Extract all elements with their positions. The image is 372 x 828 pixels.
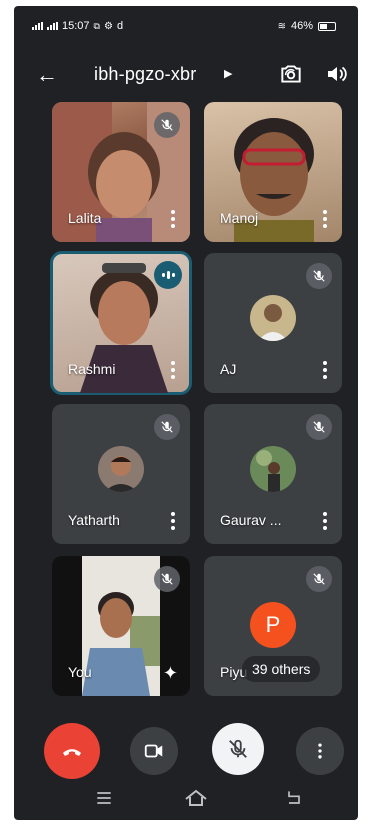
- more-options-icon[interactable]: [322, 361, 328, 379]
- avatar: [98, 446, 144, 492]
- system-nav-bar: [14, 778, 358, 820]
- participant-name: Rashmi: [68, 361, 116, 377]
- camera-toggle-button[interactable]: [130, 727, 178, 775]
- clock: 15:07: [62, 20, 90, 32]
- participant-name: Gaurav ...: [220, 512, 282, 528]
- cast-icon: ⧉: [93, 20, 100, 31]
- call-controls: [14, 721, 358, 779]
- participant-tile-manoj[interactable]: Manoj: [204, 102, 342, 242]
- mic-off-icon: [229, 739, 247, 758]
- participant-tile-you[interactable]: You ✦: [52, 556, 190, 696]
- meeting-header: ← ibh-pgzo-xbr ▶: [14, 54, 358, 94]
- participant-tile-others[interactable]: P Piyu 39 others: [204, 556, 342, 696]
- avatar-letter: P: [250, 602, 296, 648]
- meet-call-screen: 15:07 ⧉ ⚙ d ≋ 46% ← ibh-pgzo-xbr ▶ Lalit…: [14, 6, 358, 820]
- recent-apps-icon[interactable]: [94, 788, 114, 808]
- others-count-badge[interactable]: 39 others: [242, 656, 321, 682]
- mic-off-icon: [306, 566, 332, 592]
- mic-off-icon: [154, 566, 180, 592]
- participant-name: Manoj: [220, 210, 259, 226]
- avatar: [250, 295, 296, 341]
- mic-off-icon: [306, 263, 332, 289]
- phone-hangup-icon: [63, 749, 81, 756]
- d-icon: d: [116, 20, 124, 32]
- end-call-button[interactable]: [44, 723, 100, 779]
- participant-tile-lalita[interactable]: Lalita: [52, 102, 190, 242]
- more-vert-icon: [318, 743, 322, 759]
- participant-tile-rashmi[interactable]: Rashmi: [50, 251, 192, 395]
- switch-camera-icon[interactable]: [278, 61, 304, 87]
- mic-toggle-button[interactable]: [212, 723, 264, 775]
- video-camera-icon: [144, 744, 163, 758]
- mic-off-icon: [306, 414, 332, 440]
- signal-icon: [32, 22, 43, 30]
- signal-icon-2: [47, 22, 58, 30]
- more-options-icon[interactable]: [322, 210, 328, 228]
- meeting-code[interactable]: ibh-pgzo-xbr: [94, 64, 196, 85]
- wifi-icon: ≋: [277, 20, 286, 32]
- back-nav-icon[interactable]: [284, 788, 304, 808]
- vpn-icon: ⚙: [103, 20, 113, 32]
- status-bar: 15:07 ⧉ ⚙ d ≋ 46%: [14, 6, 358, 46]
- participant-tile-yatharth[interactable]: Yatharth: [52, 404, 190, 544]
- mic-off-icon: [154, 414, 180, 440]
- speaking-indicator-icon: [154, 261, 182, 289]
- more-options-icon[interactable]: [322, 512, 328, 530]
- participant-name: You: [68, 664, 92, 680]
- chevron-right-icon[interactable]: ▶: [224, 67, 232, 80]
- participant-tile-aj[interactable]: AJ: [204, 253, 342, 393]
- participant-name: AJ: [220, 361, 237, 377]
- effects-sparkle-icon[interactable]: ✦: [163, 663, 178, 684]
- back-arrow-icon[interactable]: ←: [36, 62, 58, 88]
- home-icon[interactable]: [184, 787, 208, 809]
- participant-name: Yatharth: [68, 512, 120, 528]
- speaker-icon[interactable]: [324, 62, 348, 86]
- mic-off-icon: [154, 112, 180, 138]
- more-options-button[interactable]: [296, 727, 344, 775]
- battery-icon: [318, 21, 336, 31]
- battery-level: 46%: [290, 20, 313, 32]
- participant-tile-gaurav[interactable]: Gaurav ...: [204, 404, 342, 544]
- more-options-icon[interactable]: [170, 361, 176, 379]
- more-options-icon[interactable]: [170, 512, 176, 530]
- avatar: [250, 446, 296, 492]
- participant-name: Lalita: [68, 210, 102, 226]
- more-options-icon[interactable]: [170, 210, 176, 228]
